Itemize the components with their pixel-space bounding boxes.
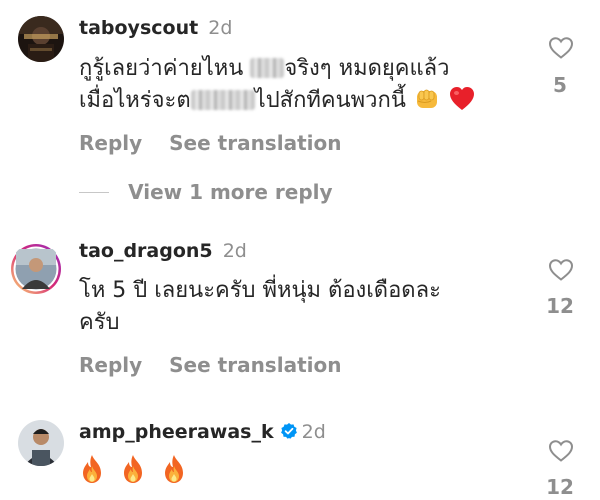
- like-control: [546, 258, 576, 282]
- comment-text: [79, 454, 509, 494]
- fire-emoji: [79, 454, 105, 494]
- comment-text-segment: จริงๆ หมดยุคแล้ว: [284, 56, 450, 81]
- timestamp: 2d: [208, 17, 233, 39]
- comment-text-segment: เมื่อไหร่จะต: [79, 88, 191, 113]
- view-more-replies-button[interactable]: View 1 more reply: [79, 180, 333, 204]
- red-heart-emoji: [448, 85, 476, 123]
- timestamp: 2d: [301, 421, 326, 443]
- username[interactable]: tao_dragon5: [79, 240, 213, 262]
- like-count: 12: [546, 294, 574, 318]
- see-translation-button[interactable]: See translation: [169, 131, 341, 155]
- avatar[interactable]: [10, 243, 62, 295]
- reply-button[interactable]: Reply: [79, 353, 142, 377]
- comment-header: taboyscout 2d: [79, 16, 232, 40]
- comment-text-line: ครับ: [79, 310, 120, 335]
- comment-text-segment: ไปสักทีคนพวกนี้: [254, 88, 406, 113]
- comment-header: tao_dragon5 2d: [79, 239, 247, 263]
- heart-outline-icon[interactable]: [548, 258, 574, 282]
- divider-line: [79, 191, 109, 193]
- comment-text: โห 5 ปี เลยนะครับ พี่หนุ่ม ต้องเดือดละ ค…: [79, 275, 509, 339]
- like-control: [546, 439, 576, 463]
- fire-emoji: [161, 454, 187, 494]
- like-control: [546, 36, 576, 60]
- like-count: 5: [553, 73, 567, 97]
- username[interactable]: amp_pheerawas_k: [79, 421, 274, 443]
- avatar[interactable]: [18, 16, 64, 62]
- comment-actions: Reply See translation: [79, 130, 341, 156]
- heart-outline-icon[interactable]: [548, 36, 574, 60]
- censored-text: [190, 90, 255, 110]
- comment-actions: Reply See translation: [79, 352, 341, 378]
- censored-text: [250, 58, 285, 78]
- like-count: 12: [546, 475, 574, 499]
- comment-header: amp_pheerawas_k 2d: [79, 420, 326, 446]
- see-translation-button[interactable]: See translation: [169, 353, 341, 377]
- comment-text: กูรู้เลยว่าค่ายไหน จริงๆ หมดยุคแล้ว เมื่…: [79, 53, 509, 123]
- comment-text-line: โห 5 ปี เลยนะครับ พี่หนุ่ม ต้องเดือดละ: [79, 278, 441, 303]
- fire-emoji: [120, 454, 146, 494]
- timestamp: 2d: [222, 240, 247, 262]
- avatar[interactable]: [18, 420, 64, 466]
- reply-button[interactable]: Reply: [79, 131, 142, 155]
- username[interactable]: taboyscout: [79, 17, 198, 39]
- comment-text-segment: กูรู้เลยว่าค่ายไหน: [79, 56, 244, 81]
- verified-badge-icon: [280, 422, 298, 446]
- view-more-replies-label: View 1 more reply: [128, 180, 333, 204]
- fist-emoji: [413, 85, 441, 123]
- heart-outline-icon[interactable]: [548, 439, 574, 463]
